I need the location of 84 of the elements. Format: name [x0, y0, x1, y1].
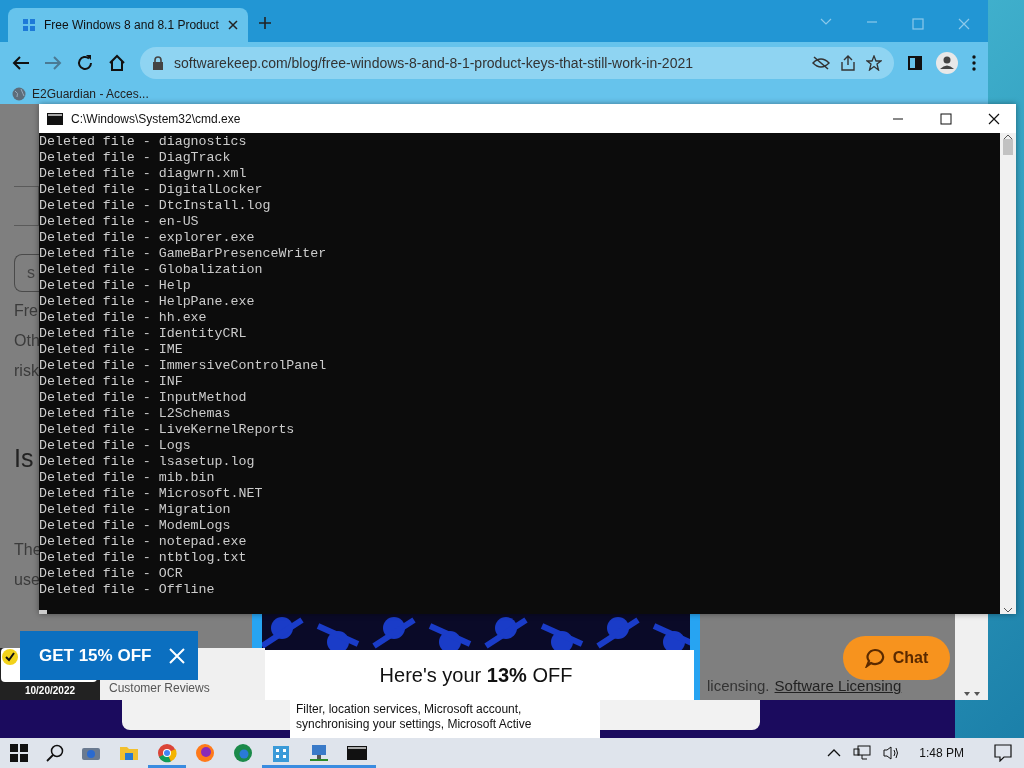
console-line: Deleted file - ModemLogs [39, 518, 232, 534]
badge-date: 10/20/2022 [24, 685, 76, 696]
offer-text: Here's your 13% OFF [379, 663, 573, 687]
console-line: Deleted file - Offline [39, 582, 216, 598]
globe-icon [12, 87, 26, 101]
console-line: Deleted file - ImmersiveControlPanel [39, 358, 328, 373]
console-line: Deleted file - IME [39, 342, 184, 358]
close-icon[interactable] [228, 20, 238, 30]
console-line: Deleted file - L2Schemas [39, 406, 232, 422]
scroll-thumb[interactable] [1003, 139, 1013, 155]
lock-icon [152, 56, 164, 70]
firefox-icon[interactable] [195, 743, 215, 763]
eye-slash-icon[interactable] [812, 56, 830, 70]
check-icon [1, 648, 19, 666]
windows-logo-icon[interactable] [10, 744, 28, 762]
console-line: Deleted file - lsasetup.log [39, 454, 256, 470]
arrow-down-icon[interactable] [1003, 606, 1013, 614]
maximize-icon[interactable] [940, 112, 952, 125]
licensing-link[interactable]: Software Licensing [774, 677, 902, 694]
console-line: Deleted file - HelpPane.exe [39, 294, 256, 310]
menu-icon[interactable] [972, 55, 976, 71]
console-line: Deleted file - DiagTrack [39, 150, 232, 166]
text-cursor [39, 610, 47, 614]
scrollbar[interactable] [1000, 133, 1016, 614]
address-bar[interactable]: softwarekeep.com/blog/free-windows-8-and-8-1-product-keys-that-still-work-in-2021 [140, 47, 894, 79]
sidebar-icon[interactable] [908, 56, 922, 70]
reviews-label: Customer Reviews [109, 681, 210, 695]
plus-icon[interactable] [258, 16, 272, 30]
camera-icon[interactable] [81, 745, 101, 761]
console-line: Deleted file - explorer.exe [39, 230, 256, 246]
privacy-text: Filter, location services, Microsoft account, synchronising your settings, Microsoft Active [290, 700, 600, 738]
search-icon[interactable] [46, 744, 64, 762]
scrollbar[interactable] [955, 614, 988, 700]
notification-icon[interactable] [994, 744, 1012, 762]
chat-button[interactable]: Chat [843, 636, 950, 680]
edge-icon[interactable] [233, 743, 253, 763]
console-line: Deleted file - Help [39, 278, 192, 294]
console-line: Deleted file - diagnostics [39, 134, 248, 150]
section-heading: Is [14, 444, 35, 473]
console-line: Deleted file - Microsoft.NET [39, 486, 264, 502]
building-icon[interactable] [271, 743, 291, 763]
console-line: Deleted file - INF [39, 374, 184, 390]
console-line: Deleted file - Migration [39, 502, 232, 518]
chevron-up-icon[interactable] [827, 749, 842, 757]
body-text: licensing. [707, 677, 770, 694]
console-line: Deleted file - OCR [39, 566, 184, 582]
console-line: Deleted file - Globalization [39, 262, 264, 278]
body-text: Oth [14, 331, 40, 351]
home-icon[interactable] [108, 54, 126, 72]
star-icon[interactable] [866, 55, 882, 71]
console-line: Deleted file - en-US [39, 214, 200, 230]
console-line: Deleted file - notepad.exe [39, 534, 248, 550]
console-line: Deleted file - Logs [39, 438, 192, 454]
network-icon[interactable] [853, 745, 872, 761]
console-line: Deleted file - IdentityCRL [39, 326, 248, 342]
console-line: Deleted file - DigitalLocker [39, 182, 264, 198]
console-line: Deleted file - GameBarPresenceWriter [39, 246, 328, 262]
console-line: Deleted file - DtcInstall.log [39, 198, 272, 214]
profile-icon[interactable] [936, 52, 958, 74]
window-logo-icon [22, 18, 36, 32]
console-icon[interactable] [347, 745, 367, 761]
body-text: use [14, 570, 40, 590]
network-computer-icon[interactable] [308, 743, 330, 763]
close-icon[interactable] [988, 112, 1000, 125]
arrow-down-icon[interactable] [961, 690, 982, 698]
browser-tab[interactable]: Free Windows 8 and 8.1 Product [8, 8, 248, 42]
reload-icon[interactable] [76, 54, 94, 72]
chat-bubble-icon [864, 648, 885, 668]
back-icon[interactable] [12, 55, 30, 71]
console-line: Deleted file - mib.bin [39, 470, 216, 486]
console-line: Deleted file - hh.exe [39, 310, 208, 326]
chrome-icon[interactable] [157, 743, 177, 763]
window-title: C:\Windows\System32\cmd.exe [71, 111, 242, 126]
bookmark[interactable]: E2Guardian - Acces... [32, 87, 149, 101]
console-line: Deleted file - InputMethod [39, 390, 248, 406]
console-line: Deleted file - ntbtlog.txt [39, 550, 248, 566]
console-icon [47, 112, 63, 125]
console-line: Deleted file - diagwrn.xml [39, 166, 248, 182]
console-line: Deleted file - LiveKernelReports [39, 422, 296, 438]
discount-tab[interactable]: GET 15% OFF [20, 631, 198, 680]
clock[interactable]: 1:48 PM [919, 746, 964, 760]
body-text: Fre [14, 301, 39, 321]
share-icon[interactable] [840, 55, 856, 71]
folder-icon[interactable] [119, 745, 139, 761]
